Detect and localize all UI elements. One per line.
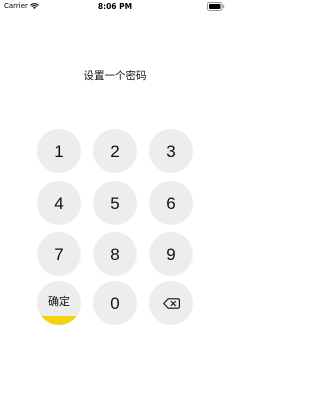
key-2[interactable]: 2: [93, 129, 137, 173]
confirm-button-label: 确定: [48, 295, 70, 308]
key-3[interactable]: 3: [149, 129, 193, 173]
passcode-screen: Carrier 8:06 PM 设置一个密码 1 2 3 4 5 6 7 8 9…: [0, 0, 230, 410]
key-1[interactable]: 1: [37, 129, 81, 173]
key-8[interactable]: 8: [93, 232, 137, 276]
delete-button[interactable]: [149, 281, 193, 325]
confirm-accent-bar: [37, 316, 81, 325]
key-8-label: 8: [110, 244, 120, 264]
key-6[interactable]: 6: [149, 181, 193, 225]
key-1-label: 1: [54, 141, 64, 161]
key-5[interactable]: 5: [93, 181, 137, 225]
key-0-label: 0: [110, 293, 120, 313]
key-7[interactable]: 7: [37, 232, 81, 276]
key-0[interactable]: 0: [93, 281, 137, 325]
key-9[interactable]: 9: [149, 232, 193, 276]
delete-backspace-icon: [162, 297, 180, 309]
key-5-label: 5: [110, 193, 120, 213]
key-4-label: 4: [54, 193, 64, 213]
key-3-label: 3: [166, 141, 176, 161]
confirm-button[interactable]: 确定: [37, 281, 81, 325]
key-2-label: 2: [110, 141, 120, 161]
key-9-label: 9: [166, 244, 176, 264]
key-7-label: 7: [54, 244, 64, 264]
number-keypad: 1 2 3 4 5 6 7 8 9 确定 0: [0, 0, 230, 410]
key-4[interactable]: 4: [37, 181, 81, 225]
key-6-label: 6: [166, 193, 176, 213]
